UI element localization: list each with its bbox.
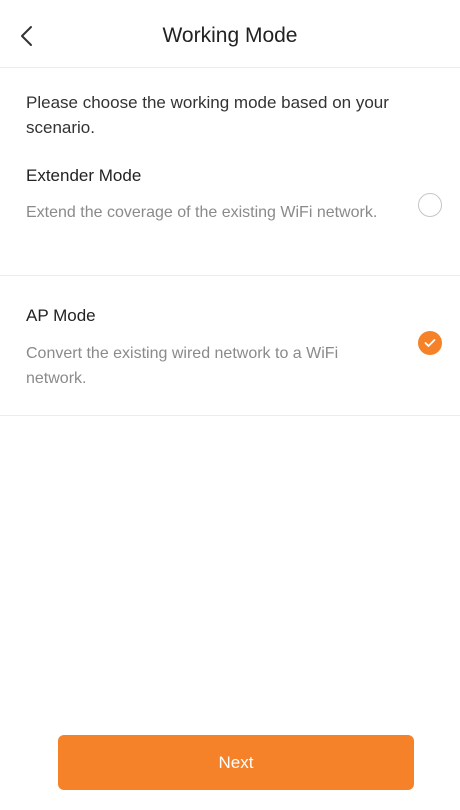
working-mode-screen: Working Mode Please choose the working m… — [0, 0, 460, 810]
radio-unchecked-icon[interactable] — [418, 193, 442, 217]
intro-text: Please choose the working mode based on … — [26, 93, 389, 137]
option-title: AP Mode — [26, 306, 96, 325]
option-title: Extender Mode — [26, 166, 142, 185]
option-ap-mode[interactable]: AP Mode Convert the existing wired netwo… — [0, 276, 460, 416]
chevron-left-icon — [20, 25, 34, 47]
checkmark-icon — [424, 339, 436, 347]
next-button[interactable]: Next — [58, 735, 414, 790]
option-description: Convert the existing wired network to a … — [26, 345, 339, 387]
option-extender-mode[interactable]: Extender Mode Extend the coverage of the… — [0, 148, 460, 276]
radio-checked-icon[interactable] — [418, 331, 442, 355]
option-description: Extend the coverage of the existing WiFi… — [26, 204, 378, 221]
page-title: Working Mode — [162, 24, 298, 47]
header-bar: Working Mode — [0, 0, 460, 68]
back-button[interactable] — [20, 18, 60, 54]
